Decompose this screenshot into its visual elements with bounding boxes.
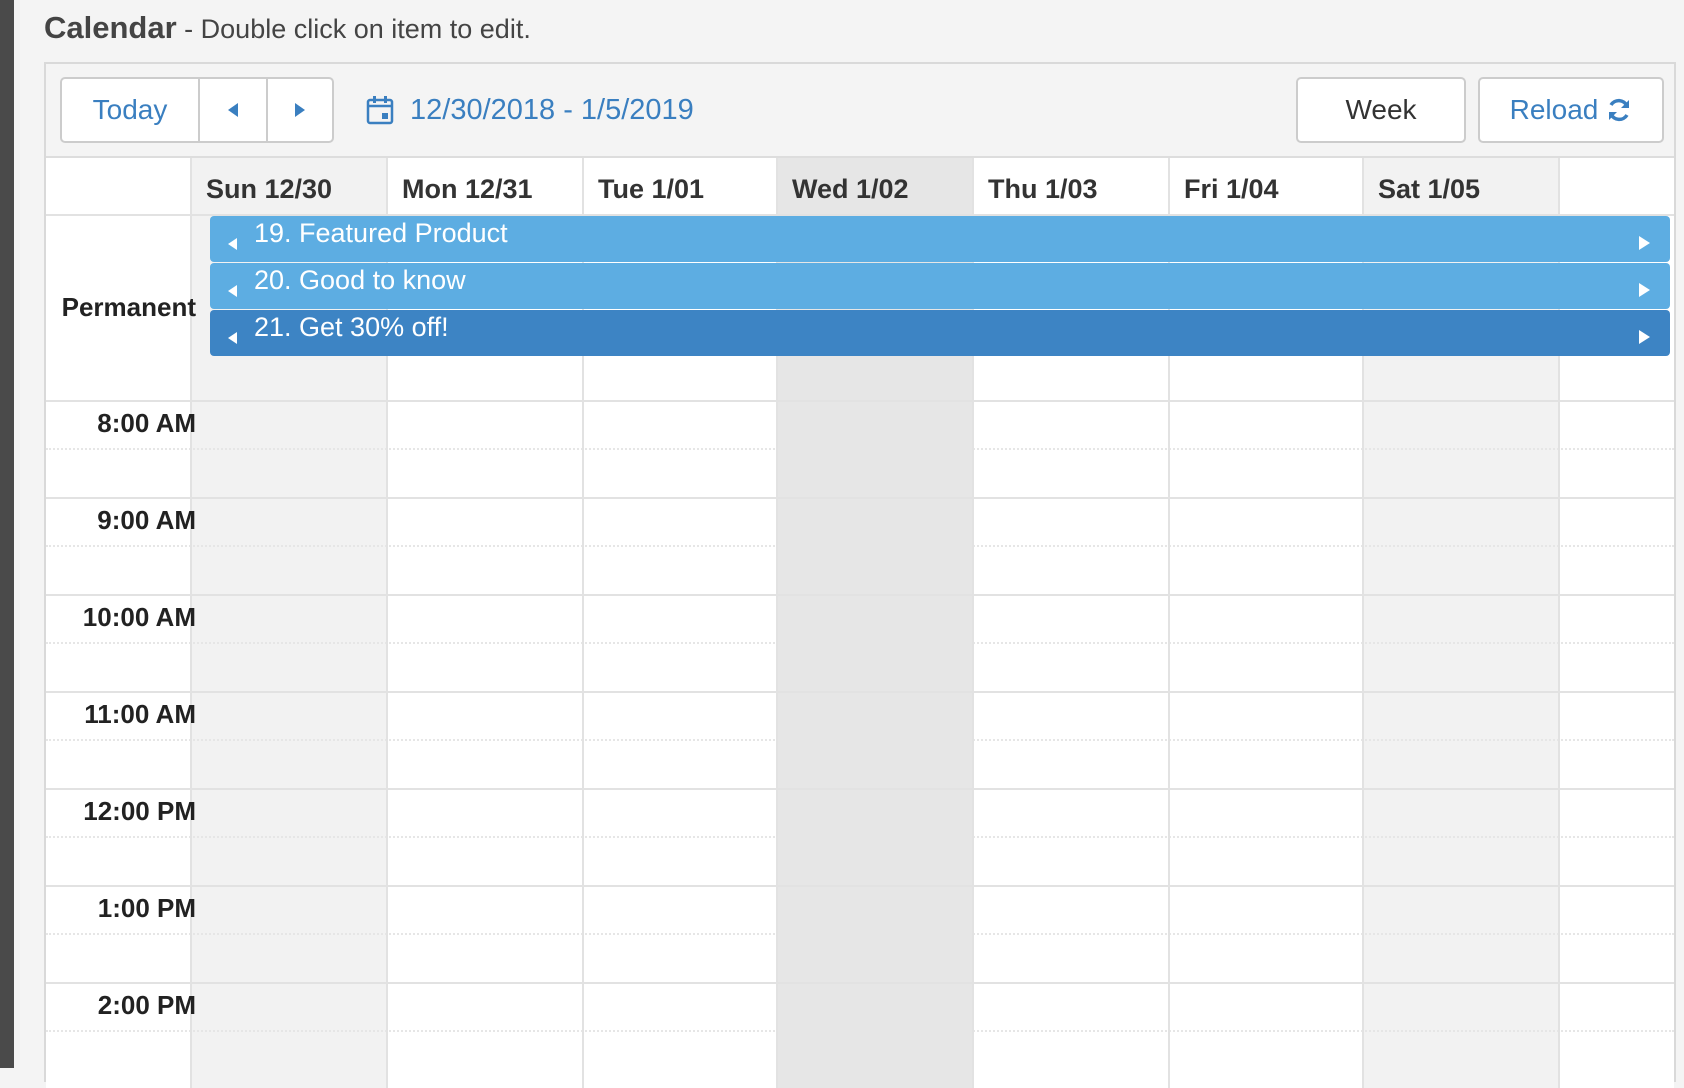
event-bar[interactable]: 19. Featured Product — [210, 216, 1670, 262]
previous-week-button[interactable] — [200, 79, 268, 141]
refresh-icon — [1609, 98, 1630, 122]
day-header-sat[interactable]: Sat 1/05 — [1364, 158, 1558, 220]
hour-line — [46, 788, 1674, 790]
time-label: 11:00 AM — [84, 699, 196, 729]
calendar-toolbar: Today 12/30/2018 - 1/5/2019 Week Reload — [46, 64, 1674, 156]
week-grid: Sun 12/30 Mon 12/31 Tue 1/01 Wed 1/02 Th… — [46, 156, 1674, 1088]
page-heading: Calendar - Double click on item to edit. — [44, 10, 531, 46]
event-end-arrow-icon — [1639, 330, 1650, 344]
event-title: 20. Good to know — [254, 265, 466, 295]
navigation-button-group: Today — [60, 77, 334, 143]
hour-line — [46, 594, 1674, 596]
permanent-divider — [46, 400, 1674, 402]
page-title: Calendar — [44, 10, 177, 45]
triangle-right-icon — [295, 103, 305, 117]
day-header-wed[interactable]: Wed 1/02 — [778, 158, 972, 220]
left-sidebar-edge — [0, 0, 14, 1068]
next-week-button[interactable] — [268, 79, 332, 141]
calendar-icon — [366, 96, 394, 125]
reload-button[interactable]: Reload — [1478, 77, 1664, 143]
time-label: 8:00 AM — [97, 408, 196, 438]
event-end-arrow-icon — [1639, 283, 1650, 297]
event-end-arrow-icon — [1639, 236, 1650, 250]
half-hour-line — [46, 836, 1674, 838]
reload-label: Reload — [1509, 94, 1599, 125]
triangle-left-icon — [228, 103, 238, 117]
day-header-fri[interactable]: Fri 1/04 — [1170, 158, 1362, 220]
half-hour-line — [46, 739, 1674, 741]
hour-line — [46, 885, 1674, 887]
event-title: 19. Featured Product — [254, 218, 508, 248]
calendar-panel: Today 12/30/2018 - 1/5/2019 Week Reload — [44, 62, 1676, 1088]
half-hour-line — [46, 642, 1674, 644]
half-hour-line — [46, 545, 1674, 547]
hour-line — [46, 691, 1674, 693]
half-hour-line — [46, 933, 1674, 935]
event-start-arrow-icon — [228, 332, 237, 344]
date-range-text: 12/30/2018 - 1/5/2019 — [410, 93, 694, 126]
time-label: 1:00 PM — [97, 893, 196, 923]
time-label: 12:00 PM — [83, 796, 196, 826]
day-header-sun[interactable]: Sun 12/30 — [192, 158, 386, 220]
event-title: 21. Get 30% off! — [254, 312, 449, 342]
today-button[interactable]: Today — [62, 79, 200, 141]
date-range-picker[interactable]: 12/30/2018 - 1/5/2019 — [366, 90, 694, 130]
half-hour-line — [46, 448, 1674, 450]
event-bar[interactable]: 21. Get 30% off! — [210, 310, 1670, 356]
time-label: 2:00 PM — [97, 990, 196, 1020]
time-label: 9:00 AM — [97, 505, 196, 535]
day-header-mon[interactable]: Mon 12/31 — [388, 158, 582, 220]
event-start-arrow-icon — [228, 285, 237, 297]
view-select-button[interactable]: Week — [1296, 77, 1466, 143]
permanent-row-label: Permanent — [61, 292, 196, 322]
hour-line — [46, 982, 1674, 984]
event-bar[interactable]: 20. Good to know — [210, 263, 1670, 309]
time-label: 10:00 AM — [82, 602, 196, 632]
page-subtitle: - Double click on item to edit. — [176, 14, 531, 44]
half-hour-line — [46, 1030, 1674, 1032]
hour-line — [46, 497, 1674, 499]
event-start-arrow-icon — [228, 238, 237, 250]
day-header-tue[interactable]: Tue 1/01 — [584, 158, 776, 220]
day-header-thu[interactable]: Thu 1/03 — [974, 158, 1168, 220]
